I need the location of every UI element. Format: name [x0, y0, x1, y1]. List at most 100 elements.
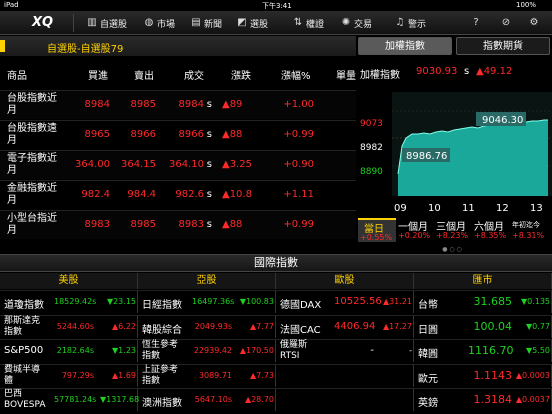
tab-taiex[interactable]: 加權指數: [358, 37, 452, 55]
range-tab-day[interactable]: 當日 +0.55%: [358, 218, 396, 242]
screener-icon: ◩: [237, 17, 247, 28]
row-change: ▲10.8: [222, 189, 252, 200]
intl-row[interactable]: 日經指數 16497.36s ▼100.83: [138, 290, 276, 313]
intl-row[interactable]: 澳洲指數 5647.10s ▲28.70: [138, 388, 276, 411]
row-change: ▲88: [222, 219, 243, 230]
intl-row[interactable]: 歐元 1.1143 ▲0.0003: [414, 363, 552, 387]
index-chart[interactable]: 9073 8982 8890 9046.30 8986.76 09 10 11 …: [358, 84, 552, 216]
index-chart-svg: 9073 8982 8890 9046.30 8986.76 09 10 11 …: [358, 84, 552, 216]
row-bid: 364.00: [75, 159, 110, 170]
intl-row[interactable]: 那斯達克指數 5244.60s ▲6.22: [0, 314, 138, 338]
intl-row[interactable]: 上証參考指數 3089.71 ▲7.73: [138, 363, 276, 387]
col-pct[interactable]: 漲幅%: [281, 67, 311, 82]
table-row[interactable]: 台股指數遠月 8965 8966 8966 s ▲88 +0.99: [0, 120, 356, 149]
intl-change: ▼100.83: [239, 297, 274, 306]
col-name[interactable]: 商品: [7, 67, 27, 82]
intl-change: ▼0.77: [526, 321, 550, 331]
row-change: ▲89: [222, 99, 243, 110]
range-tab-1m[interactable]: 一個月 +0.20%: [398, 218, 434, 242]
intl-row[interactable]: 台幣 31.685 ▼0.135: [414, 290, 552, 313]
row-pct: +1.00: [283, 99, 314, 110]
table-row[interactable]: 金融指數近月 982.4 984.4 982.6 s ▲10.8 +1.11: [0, 180, 356, 209]
tab-index-futures[interactable]: 指數期貨: [456, 37, 550, 55]
col-ask[interactable]: 賣出: [134, 67, 154, 82]
intl-grid: 美股 道瓊指數 18529.42s ▼23.15 那斯達克指數 5244.60s ▲6.22…: [0, 273, 552, 414]
intl-row[interactable]: 巴西BOVESPA 57781.24s ▼1317.68: [0, 388, 139, 411]
intl-row[interactable]: 韓圓 1116.70 ▼5.50: [414, 339, 552, 362]
row-name: 小型台指近月: [7, 213, 57, 236]
col-change[interactable]: 漲跌: [231, 67, 251, 82]
intl-row[interactable]: S&P500 2182.64s ▼1.23: [0, 339, 138, 362]
intl-row[interactable]: 英鎊 1.3184 ▲0.0037: [414, 388, 552, 411]
range-tab-6m[interactable]: 六個月 +8.35%: [474, 218, 510, 242]
range-pct: +8.23%: [436, 231, 469, 240]
intl-change: ▲170.50: [239, 346, 274, 355]
tab-alert[interactable]: ♫ 警示: [394, 14, 427, 32]
intl-change: ▲1.69: [112, 370, 136, 380]
intl-row[interactable]: 俄羅斯RTSI - -: [276, 339, 414, 362]
intl-change: ▲31.21: [382, 297, 412, 306]
row-name: 電子指數近月: [7, 153, 57, 176]
tab-screener[interactable]: ◩ 選股: [236, 14, 268, 32]
chart-peak-label: 9046.30: [482, 115, 523, 126]
intl-name: 韓圓: [418, 349, 438, 360]
intl-name: 德國DAX: [280, 300, 322, 311]
logo-text: XQ: [32, 15, 54, 30]
trade-icon: ✺: [341, 17, 351, 28]
col-last[interactable]: 成交: [184, 67, 204, 82]
page-dots[interactable]: ● ○ ○: [432, 246, 472, 253]
intl-price: 16497.36s: [192, 297, 235, 306]
range-tabs: 當日 +0.55% 一個月 +0.20% 三個月 +8.23% 六個月 +8.3…: [358, 218, 552, 244]
row-last: 8966: [178, 129, 204, 140]
intl-col-header: 美股: [0, 273, 138, 289]
chart-high-label: 9073: [360, 119, 383, 129]
tab-trade[interactable]: ✺ 交易: [340, 14, 372, 32]
row-last: 8984: [178, 99, 204, 110]
table-row[interactable]: 電子指數近月 364.00 364.15 364.10 s ▲3.25 +0.9…: [0, 150, 356, 179]
gear-icon: ⚙: [529, 17, 539, 28]
intl-row[interactable]: 道瓊指數 18529.42s ▼23.15: [0, 290, 138, 313]
range-tab-ytd[interactable]: 年初迄今 +8.31%: [512, 218, 552, 242]
intl-row[interactable]: 日圓 100.04 ▼0.77: [414, 314, 552, 338]
watchlist-title[interactable]: 自選股-自選股79: [47, 40, 123, 55]
intl-change: ▲6.22: [112, 321, 136, 331]
intl-col-header: 亞股: [138, 273, 276, 289]
intl-price: 2049.93s: [194, 321, 232, 331]
help-button[interactable]: ?: [470, 14, 482, 32]
intl-row: [276, 363, 414, 387]
intl-row[interactable]: 德國DAX 10525.56 ▲31.21: [276, 290, 414, 313]
row-flag: s: [206, 189, 212, 200]
intl-name: 日經指數: [142, 300, 182, 311]
tab-warrant[interactable]: ⇅ 權證: [292, 14, 324, 32]
intl-row[interactable]: 費城半導體 797.29s ▲1.69: [0, 363, 138, 387]
row-bid: 982.4: [81, 189, 110, 200]
range-tab-3m[interactable]: 三個月 +8.23%: [436, 218, 472, 242]
compass-button[interactable]: ⊘: [500, 14, 512, 32]
table-row[interactable]: 小型台指近月 8983 8985 8983 s ▲88 +0.99: [0, 210, 356, 239]
x-tick: 09: [394, 203, 407, 214]
settings-button[interactable]: ⚙: [528, 14, 540, 32]
intl-name: 上証參考指數: [142, 364, 179, 386]
intl-price: 31.685: [473, 295, 513, 308]
intl-row[interactable]: 法國CAC 4406.94 ▲17.27: [276, 314, 414, 338]
news-icon: ▤: [191, 17, 201, 28]
intl-col-header: 歐股: [276, 273, 414, 289]
col-volume[interactable]: 單量: [336, 67, 356, 82]
intl-name: 巴西BOVESPA: [4, 389, 46, 410]
tab-market[interactable]: ◍ 市場: [143, 14, 175, 32]
intl-price: 1.3184: [473, 393, 513, 406]
tab-news[interactable]: ▤ 新聞: [190, 14, 222, 32]
col-bid[interactable]: 買進: [88, 67, 108, 82]
tab-watchlist[interactable]: ▥ 自選股: [86, 14, 127, 32]
intl-price: 1.1143: [473, 368, 513, 382]
bell-icon: ♫: [395, 17, 405, 28]
index-tabs: 加權指數 指數期貨: [358, 36, 552, 56]
intl-price: 5647.10s: [194, 395, 232, 404]
table-row[interactable]: 台股指數近月 8984 8985 8984 s ▲89 +1.00: [0, 90, 356, 119]
intl-name: 恆生參考指數: [142, 340, 179, 361]
intl-change: ▼5.50: [526, 346, 550, 355]
intl-price: 2182.64s: [56, 346, 94, 355]
intl-row[interactable]: 恆生參考指數 22939.42 ▲170.50: [138, 339, 276, 362]
intl-row[interactable]: 韓股綜合 2049.93s ▲7.77: [138, 314, 276, 338]
help-icon: ?: [473, 17, 479, 28]
